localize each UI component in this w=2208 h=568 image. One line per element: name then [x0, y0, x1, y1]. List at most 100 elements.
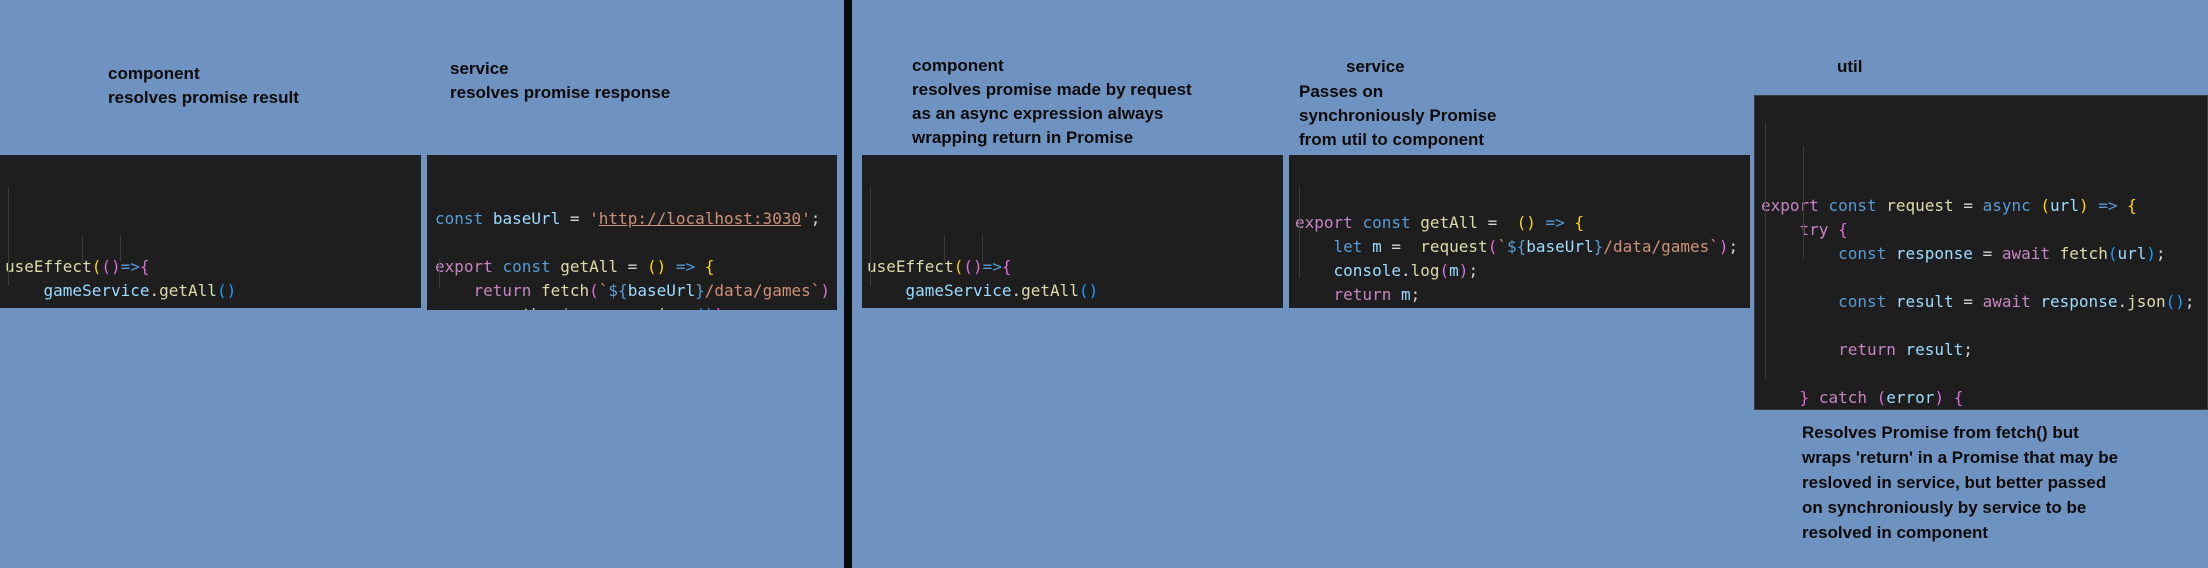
code-token: () — [695, 305, 714, 310]
code-token: ( — [169, 305, 179, 308]
code-token: ) — [1458, 261, 1469, 280]
indent-guide — [1299, 187, 1300, 278]
code-token: json — [657, 305, 696, 310]
indent-guide — [82, 235, 83, 262]
code-token: ; — [1963, 340, 1973, 359]
code-token: => — [1545, 213, 1565, 232]
code-token: ${ — [1506, 237, 1527, 256]
heading-line: resolves promise response — [450, 83, 671, 102]
indent-guide — [944, 235, 945, 262]
code-token: ; — [2156, 244, 2166, 263]
code-token: ; — [1468, 261, 1479, 280]
heading-line: service — [450, 59, 509, 78]
code-token: => — [599, 305, 618, 310]
code-token: { — [704, 257, 715, 276]
code-token: ; — [1728, 237, 1739, 256]
code-token: return — [1838, 340, 1896, 359]
heading-line: from util to component — [1299, 130, 1485, 149]
code-line: .then(result => { — [5, 303, 421, 308]
code-token: . — [1011, 281, 1022, 300]
code-line: export const getAll = () => { — [435, 255, 837, 279]
indent-guide — [439, 259, 440, 288]
footnote-line: resolved in component — [1802, 523, 1989, 542]
code-token: useEffect — [867, 257, 954, 276]
code-token: () — [963, 257, 983, 276]
heading-line: resolves promise result — [108, 88, 299, 107]
code-token: result — [178, 305, 236, 308]
code-token: ) — [2078, 196, 2089, 215]
panel-3-heading: component resolves promise made by reque… — [912, 54, 1192, 150]
code-token: res — [618, 305, 647, 310]
code-token: { — [275, 305, 285, 308]
code-token: /data/games` — [704, 281, 821, 300]
code-token: () — [216, 281, 237, 300]
code-line: .then(result => { — [867, 303, 1283, 308]
code-token: } — [695, 281, 705, 300]
code-token: json — [2127, 292, 2166, 311]
code-line: .then(res=>res.json()) — [435, 303, 837, 310]
code-token: request — [1886, 196, 1954, 215]
code-token: { — [1001, 257, 1012, 276]
code-token: getAll — [1021, 281, 1079, 300]
code-token: export — [1761, 196, 1819, 215]
code-token: await — [1982, 292, 2031, 311]
code-token: await — [2001, 244, 2051, 263]
heading-line: as an async expression always — [912, 104, 1164, 123]
panel-5-footnote: Resolves Promise from fetch() but wraps … — [1802, 420, 2118, 545]
code-line: return fetch(`${baseUrl}/data/games`) — [435, 279, 837, 303]
code-token: m — [1400, 285, 1411, 304]
code-line: export const request = async (url) => { — [1761, 194, 2207, 218]
code-token: { — [1953, 388, 1964, 407]
code-line: const response = await fetch(url); — [1761, 242, 2207, 266]
code-token: () — [1078, 281, 1099, 300]
code-token: { — [2127, 196, 2137, 215]
code-token: ' — [589, 209, 599, 228]
indent-guide — [8, 187, 9, 286]
code-token: m — [1449, 261, 1459, 280]
heading-line: component — [912, 56, 1004, 75]
code-line: let m = request(`${baseUrl}/data/games`)… — [1295, 235, 1750, 259]
code-token: request — [1420, 237, 1488, 256]
code-token: useEffect — [5, 257, 92, 276]
code-token: ( — [1031, 305, 1041, 308]
code-token: ( — [91, 257, 102, 276]
code-token: ) — [2146, 244, 2157, 263]
code-token: } — [1593, 237, 1604, 256]
code-token: getAll — [1420, 213, 1479, 232]
code-token: result — [1905, 340, 1964, 359]
panel-4-heading: Passes on synchroniously Promise from ut… — [1299, 80, 1496, 152]
code-line: } catch (error) { — [1761, 386, 2207, 409]
panel-5-code-block: export const request = async (url) => { … — [1754, 95, 2208, 410]
indent-guide — [120, 235, 121, 262]
code-token: } — [1799, 388, 1810, 407]
code-token: { — [139, 257, 150, 276]
code-token: => — [1108, 305, 1127, 308]
code-token: = — [1478, 213, 1517, 232]
code-token: . — [149, 281, 160, 300]
code-token: response — [1895, 244, 1973, 263]
code-token: = — [1381, 237, 1421, 256]
code-token: = — [618, 257, 647, 276]
code-token: then — [130, 305, 169, 308]
code-token: gameService — [905, 281, 1012, 300]
panel-divider — [844, 0, 852, 568]
code-token: ; — [810, 209, 821, 228]
